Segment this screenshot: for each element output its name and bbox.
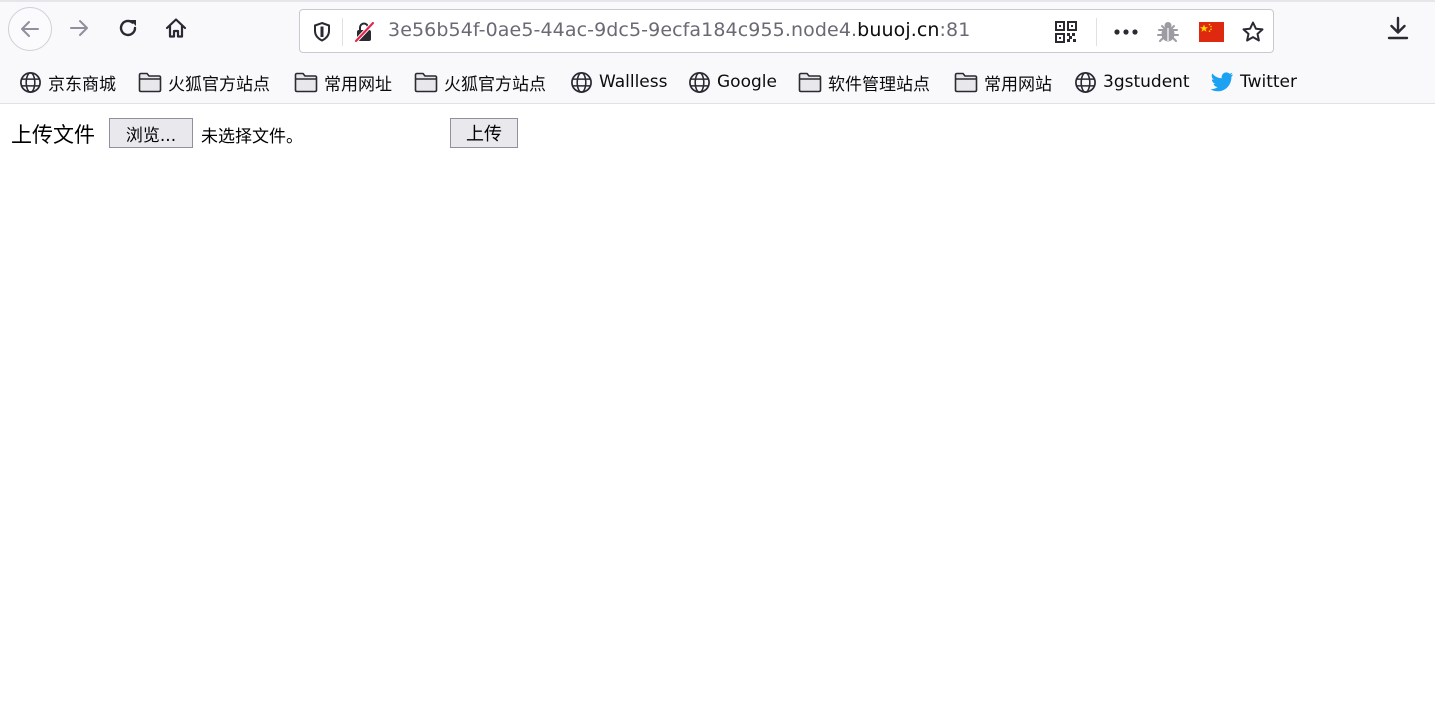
bookmark-google[interactable]: Google [688, 69, 777, 95]
bookmark-folder-firefox[interactable]: 火狐官方站点 [138, 69, 270, 95]
bookmark-label: 3gstudent [1103, 72, 1190, 92]
twitter-icon [1210, 72, 1233, 92]
folder-icon [954, 72, 978, 92]
arrow-left-icon [21, 21, 39, 37]
bookmark-wallless[interactable]: Wallless [570, 69, 667, 95]
reload-icon [119, 19, 137, 37]
bookmark-folder-common-urls[interactable]: 常用网址 [294, 69, 392, 95]
reload-button[interactable] [107, 7, 149, 49]
bookmark-label: Twitter [1240, 72, 1297, 92]
bookmarks-toolbar: 京东商城 火狐官方站点 常用网址 火狐官方站点 Wallless Google … [0, 60, 1435, 104]
bookmark-folder-firefox-2[interactable]: 火狐官方站点 [414, 69, 546, 95]
upload-submit-button[interactable]: 上传 [450, 118, 518, 148]
bookmark-label: 常用网址 [324, 74, 392, 95]
bookmark-folder-software[interactable]: 软件管理站点 [798, 69, 930, 95]
downloads-button[interactable] [1377, 7, 1419, 49]
folder-icon [138, 72, 162, 92]
home-button[interactable] [155, 7, 197, 49]
bookmark-label: Google [717, 72, 777, 92]
globe-icon [20, 71, 41, 93]
back-button[interactable] [8, 7, 52, 51]
insecure-lock-icon[interactable] [351, 19, 377, 45]
more-icon[interactable] [1113, 19, 1139, 45]
no-file-selected-text: 未选择文件。 [201, 127, 303, 147]
url-bar[interactable]: 3e56b54f-0ae5-44ac-9dc5-9ecfa184c955.nod… [299, 9, 1274, 53]
download-icon [1387, 16, 1409, 40]
bookmark-label: Wallless [599, 72, 668, 92]
forward-button[interactable] [58, 7, 100, 49]
navigation-toolbar: 3e56b54f-0ae5-44ac-9dc5-9ecfa184c955.nod… [0, 2, 1435, 60]
bookmark-label: 常用网站 [984, 74, 1052, 95]
bookmark-label: 火狐官方站点 [168, 74, 270, 95]
folder-icon [294, 72, 318, 92]
upload-file-label: 上传文件 [11, 123, 95, 147]
bookmark-label: 火狐官方站点 [444, 74, 546, 95]
arrow-right-icon [70, 20, 88, 36]
bookmark-jd[interactable]: 京东商城 [19, 69, 116, 95]
bookmark-star-icon[interactable] [1240, 19, 1266, 45]
folder-icon [798, 72, 822, 92]
bookmark-folder-common-sites[interactable]: 常用网站 [954, 69, 1052, 95]
qr-code-icon[interactable] [1053, 19, 1079, 45]
bookmark-label: 软件管理站点 [828, 74, 930, 95]
shield-icon[interactable] [309, 19, 335, 45]
url-text[interactable]: 3e56b54f-0ae5-44ac-9dc5-9ecfa184c955.nod… [388, 19, 970, 41]
home-icon [165, 18, 187, 38]
globe-icon [1075, 71, 1096, 93]
globe-icon [689, 71, 710, 93]
url-port: :81 [939, 19, 971, 41]
url-host: buuoj.cn [857, 19, 940, 41]
urlbar-separator [342, 18, 343, 46]
url-prefix: 3e56b54f-0ae5-44ac-9dc5-9ecfa184c955.nod… [388, 19, 858, 41]
bookmark-twitter[interactable]: Twitter [1210, 69, 1297, 95]
urlbar-separator [1096, 18, 1097, 46]
china-flag-icon[interactable] [1198, 19, 1224, 45]
bookmark-label: 京东商城 [48, 74, 116, 95]
bug-icon[interactable] [1155, 19, 1181, 45]
folder-icon [414, 72, 438, 92]
browse-button[interactable]: 浏览... [109, 118, 193, 148]
globe-icon [571, 71, 592, 93]
bookmark-3gstudent[interactable]: 3gstudent [1074, 69, 1190, 95]
page-content: 上传文件 浏览... 未选择文件。 上传 [0, 104, 1435, 721]
